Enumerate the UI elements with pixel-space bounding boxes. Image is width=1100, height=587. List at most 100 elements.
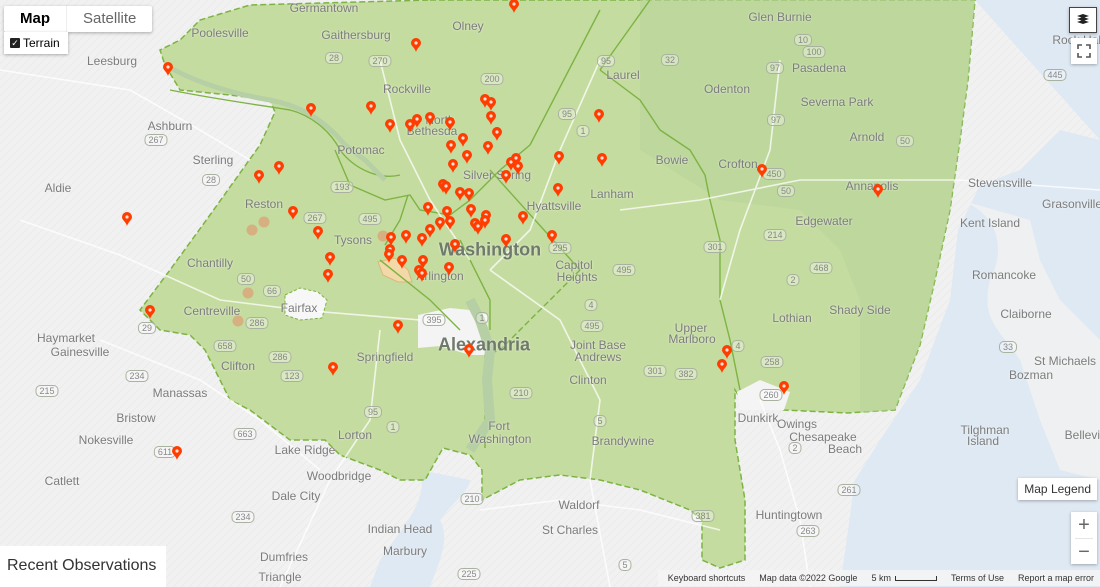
- route-shield: 33: [998, 341, 1018, 353]
- map-pin-icon[interactable]: [464, 188, 474, 202]
- map-pin-icon[interactable]: [501, 170, 511, 184]
- map-pin-icon[interactable]: [397, 255, 407, 269]
- route-shield: 97: [765, 62, 785, 74]
- recent-observations-tab[interactable]: Recent Observations: [0, 546, 166, 587]
- map-pin-icon[interactable]: [873, 184, 883, 198]
- map-pin-icon[interactable]: [425, 224, 435, 238]
- place-label: Centreville: [183, 304, 241, 318]
- report-error-link[interactable]: Report a map error: [1018, 573, 1094, 583]
- map-pin-icon[interactable]: [274, 161, 284, 175]
- route-shield: 2: [786, 274, 800, 286]
- map-pin-icon[interactable]: [306, 103, 316, 117]
- map-pin-icon[interactable]: [486, 97, 496, 111]
- place-label: Lanham: [590, 187, 634, 201]
- place-label: Beach: [827, 442, 863, 456]
- map-pin-icon[interactable]: [393, 320, 403, 334]
- map-pin-icon[interactable]: [145, 305, 155, 319]
- map-pin-icon[interactable]: [492, 127, 502, 141]
- route-shield: 210: [460, 493, 484, 505]
- map-pin-icon[interactable]: [328, 362, 338, 376]
- map-pin-icon[interactable]: [462, 150, 472, 164]
- observation-dot[interactable]: [258, 216, 270, 228]
- map-pin-icon[interactable]: [385, 119, 395, 133]
- route-shield: 95: [363, 406, 383, 418]
- map-pin-icon[interactable]: [483, 141, 493, 155]
- map-pin-icon[interactable]: [446, 140, 456, 154]
- zoom-out-button[interactable]: −: [1071, 539, 1097, 565]
- map-pin-icon[interactable]: [480, 215, 490, 229]
- tab-satellite[interactable]: Satellite: [66, 6, 152, 32]
- map-pin-icon[interactable]: [288, 206, 298, 220]
- map-pin-icon[interactable]: [435, 217, 445, 231]
- tab-map[interactable]: Map: [4, 6, 66, 32]
- place-label: Reston: [244, 197, 284, 211]
- map-legend-button[interactable]: Map Legend: [1018, 478, 1097, 500]
- route-shield: 1: [475, 312, 489, 324]
- observation-dot[interactable]: [232, 315, 244, 327]
- map-pin-icon[interactable]: [464, 344, 474, 358]
- map-pin-icon[interactable]: [518, 211, 528, 225]
- route-shield: 32: [660, 54, 680, 66]
- map-pin-icon[interactable]: [401, 230, 411, 244]
- map-pin-icon[interactable]: [323, 269, 333, 283]
- map-pin-icon[interactable]: [779, 381, 789, 395]
- map-pin-icon[interactable]: [722, 345, 732, 359]
- observation-dot[interactable]: [246, 224, 258, 236]
- map-pin-icon[interactable]: [325, 252, 335, 266]
- zoom-in-button[interactable]: +: [1071, 512, 1097, 538]
- map-pin-icon[interactable]: [486, 111, 496, 125]
- map-pin-icon[interactable]: [445, 216, 455, 230]
- place-label: Bowie: [655, 153, 689, 167]
- map-pin-icon[interactable]: [509, 0, 519, 13]
- place-label: Woodbridge: [306, 469, 372, 483]
- map-pin-icon[interactable]: [172, 446, 182, 460]
- map-pin-icon[interactable]: [254, 170, 264, 184]
- map-pin-icon[interactable]: [597, 153, 607, 167]
- map-footer: Keyboard shortcuts Map data ©2022 Google…: [657, 570, 1100, 586]
- layers-icon: [1077, 14, 1089, 24]
- route-shield: 445: [1043, 69, 1067, 81]
- map-pin-icon[interactable]: [594, 109, 604, 123]
- map-canvas[interactable]: GermantownOlneyGlen BurnieRock HallPoole…: [0, 0, 1100, 587]
- map-pin-icon[interactable]: [411, 38, 421, 52]
- map-pin-icon[interactable]: [458, 133, 468, 147]
- map-pin-icon[interactable]: [412, 114, 422, 128]
- map-pin-icon[interactable]: [757, 164, 767, 178]
- map-pin-icon[interactable]: [417, 268, 427, 282]
- map-pin-icon[interactable]: [450, 239, 460, 253]
- map-pin-icon[interactable]: [547, 230, 557, 244]
- scale-label: 5 km: [871, 573, 891, 583]
- map-pin-icon[interactable]: [366, 101, 376, 115]
- place-label: Ashburn: [147, 119, 193, 133]
- place-label: Chantilly: [186, 256, 234, 270]
- map-pin-icon[interactable]: [313, 226, 323, 240]
- place-label: Bristow: [116, 411, 156, 425]
- map-pin-icon[interactable]: [554, 151, 564, 165]
- route-shield: 267: [303, 212, 327, 224]
- map-pin-icon[interactable]: [163, 62, 173, 76]
- map-pin-icon[interactable]: [466, 204, 476, 218]
- observation-dot[interactable]: [242, 287, 254, 299]
- terrain-checkbox[interactable]: ✓: [10, 38, 20, 48]
- map-pin-icon[interactable]: [717, 359, 727, 373]
- keyboard-shortcuts-link[interactable]: Keyboard shortcuts: [668, 573, 746, 583]
- map-pin-icon[interactable]: [445, 117, 455, 131]
- map-pin-icon[interactable]: [423, 202, 433, 216]
- map-pin-icon[interactable]: [553, 183, 563, 197]
- terms-link[interactable]: Terms of Use: [951, 573, 1004, 583]
- map-pin-icon[interactable]: [441, 181, 451, 195]
- map-pin-icon[interactable]: [122, 212, 132, 226]
- map-pin-icon[interactable]: [384, 249, 394, 263]
- layers-button[interactable]: [1069, 7, 1097, 33]
- route-shield: 286: [245, 317, 269, 329]
- map-pin-icon[interactable]: [513, 161, 523, 175]
- map-pin-icon[interactable]: [448, 159, 458, 173]
- place-label: Fort: [488, 419, 510, 433]
- fullscreen-button[interactable]: [1071, 38, 1097, 64]
- place-label: Edgewater: [795, 214, 853, 228]
- map-pin-icon[interactable]: [444, 262, 454, 276]
- map-pin-icon[interactable]: [425, 112, 435, 126]
- terrain-toggle[interactable]: ✓ Terrain: [4, 32, 68, 54]
- scale-indicator[interactable]: 5 km: [871, 573, 937, 583]
- map-pin-icon[interactable]: [501, 234, 511, 248]
